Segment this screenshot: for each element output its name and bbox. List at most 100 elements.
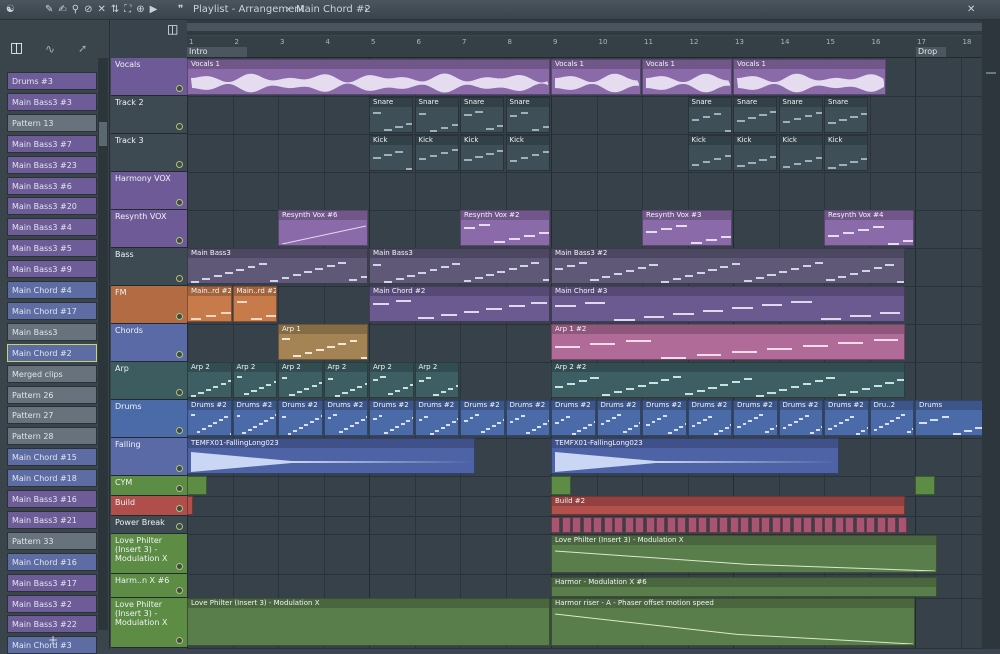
track-header[interactable]: Power Break bbox=[111, 516, 187, 534]
clip-kick[interactable]: Kick bbox=[369, 135, 413, 171]
mute-led[interactable] bbox=[176, 85, 183, 92]
picker-item[interactable]: Main Bass3 #22 bbox=[7, 615, 97, 634]
breadcrumb-pattern[interactable]: Main Chord #2 bbox=[296, 4, 371, 16]
track-header[interactable]: CYM bbox=[111, 476, 187, 496]
track-header[interactable]: Chords bbox=[111, 324, 187, 362]
clip-resynth[interactable]: Resynth Vox #6 bbox=[278, 210, 368, 246]
clip-arp[interactable]: Arp 2 bbox=[323, 362, 368, 398]
clip-arp[interactable]: Arp 2 bbox=[414, 362, 459, 398]
clip-cym[interactable] bbox=[915, 476, 935, 495]
chevron-right-icon[interactable]: › bbox=[364, 4, 368, 16]
tool-icons[interactable]: ✎✍⚲⊘✕⇅⛶⊕▶ bbox=[45, 4, 162, 16]
track-header[interactable]: Track 2 bbox=[111, 96, 187, 134]
clip-power-break[interactable] bbox=[824, 517, 833, 533]
mute-led[interactable] bbox=[176, 123, 183, 130]
picker-item[interactable]: Main Bass3 #9 bbox=[7, 260, 97, 279]
picker-item[interactable]: Main Chord #17 bbox=[7, 301, 97, 320]
clip-drums[interactable]: Drums #2 bbox=[232, 400, 277, 436]
clip-snare[interactable]: Snare bbox=[369, 97, 413, 133]
piano-roll-icon[interactable]: ◫ bbox=[167, 22, 178, 36]
clip-kick[interactable]: Kick bbox=[778, 135, 823, 171]
picker-item[interactable]: Main Bass3 bbox=[7, 322, 97, 341]
clip-power-break[interactable] bbox=[740, 517, 749, 533]
picker-item[interactable]: Main Bass3 #20 bbox=[7, 197, 97, 216]
clip-power-break[interactable] bbox=[887, 517, 896, 533]
piano-icon[interactable]: ◫ bbox=[10, 40, 23, 56]
clip-bass[interactable]: Main Bass3 #2 bbox=[551, 248, 905, 284]
mute-led[interactable] bbox=[176, 237, 183, 244]
clip-power-break[interactable] bbox=[603, 517, 613, 533]
clip-drums[interactable]: Drums #2 bbox=[551, 400, 596, 436]
clip-arp[interactable]: Arp 2 bbox=[187, 362, 232, 398]
clip-vocals[interactable]: Vocals 1 bbox=[187, 59, 550, 95]
clip-fm[interactable]: Main..rd #2 bbox=[187, 286, 232, 322]
clip-power-break[interactable] bbox=[729, 517, 739, 533]
clip-kick[interactable]: Kick bbox=[733, 135, 777, 171]
track-header[interactable]: Harm..n X #6 bbox=[111, 574, 187, 598]
track-header[interactable]: FM bbox=[111, 286, 187, 324]
mute-led[interactable] bbox=[176, 275, 183, 282]
clip-drums[interactable]: Drums #2 bbox=[596, 400, 641, 436]
clip-power-break[interactable] bbox=[572, 517, 581, 533]
playlist-overview[interactable] bbox=[187, 20, 982, 35]
clip-power-break[interactable] bbox=[876, 517, 886, 533]
clip-vocals[interactable]: Vocals 1 bbox=[551, 59, 641, 95]
clip-kick[interactable]: Kick bbox=[687, 135, 732, 171]
clip-drums[interactable]: Drums #2 bbox=[687, 400, 732, 436]
mute-led[interactable] bbox=[176, 637, 183, 644]
clip-snare[interactable]: Snare bbox=[733, 97, 777, 133]
track-header[interactable]: Track 3 bbox=[111, 134, 187, 172]
picker-item[interactable]: Pattern 26 bbox=[7, 385, 97, 404]
track-header[interactable]: Love Philter (Insert 3) - Modulation X bbox=[111, 598, 187, 648]
clip-snare[interactable]: Snare bbox=[505, 97, 550, 133]
picker-item[interactable]: Main Bass3 #5 bbox=[7, 239, 97, 258]
add-pattern-button[interactable]: + bbox=[48, 633, 58, 647]
picker-item[interactable]: Drums #3 bbox=[7, 72, 97, 90]
clip-drums[interactable]: Drums #2 bbox=[460, 400, 505, 436]
clip-drums[interactable]: Drums #2 bbox=[278, 400, 323, 436]
clip-power-break[interactable] bbox=[761, 517, 770, 533]
clip-falling[interactable]: TEMFX01-FallingLong023 bbox=[187, 438, 475, 474]
picker-item[interactable]: Main Bass3 #3 bbox=[7, 92, 97, 111]
clip-snare[interactable]: Snare bbox=[778, 97, 823, 133]
picker-item[interactable]: Pattern 27 bbox=[7, 406, 97, 425]
track-header[interactable]: Bass bbox=[111, 248, 187, 286]
picker-item[interactable]: Main Bass3 #6 bbox=[7, 176, 97, 195]
clip-power-break[interactable] bbox=[897, 517, 907, 533]
marker-intro[interactable]: Intro bbox=[187, 47, 247, 57]
clip-bass[interactable]: Main Bass3 bbox=[187, 248, 368, 284]
picker-item[interactable]: Main Bass3 #23 bbox=[7, 155, 97, 174]
clip-arp[interactable]: Arp 2 bbox=[278, 362, 323, 398]
clip-power-break[interactable] bbox=[666, 517, 676, 533]
mute-led[interactable] bbox=[176, 563, 183, 570]
clip-power-break[interactable] bbox=[656, 517, 665, 533]
clip-power-break[interactable] bbox=[866, 517, 875, 533]
clip-vocals[interactable]: Vocals 1 bbox=[642, 59, 732, 95]
mute-led[interactable] bbox=[176, 427, 183, 434]
snap-icon[interactable]: ☯ bbox=[6, 4, 15, 16]
picker-item[interactable]: Main Chord #2 bbox=[7, 343, 97, 362]
track-header[interactable]: Falling bbox=[111, 438, 187, 476]
clip-power-break[interactable] bbox=[614, 517, 623, 533]
picker-item[interactable]: Main Chord #4 bbox=[7, 281, 97, 299]
track-header[interactable]: Love Philter (Insert 3) - Modulation X bbox=[111, 534, 187, 574]
clip-power-break[interactable] bbox=[750, 517, 760, 533]
clip-resynth[interactable]: Resynth Vox #4 bbox=[824, 210, 914, 246]
marker-drop[interactable]: Drop bbox=[916, 47, 946, 57]
clip-power-break[interactable] bbox=[645, 517, 655, 533]
track-header[interactable]: Arp bbox=[111, 362, 187, 400]
mute-led[interactable] bbox=[176, 161, 183, 168]
clip-drums[interactable]: Drums bbox=[915, 400, 982, 436]
clip-resynth[interactable]: Resynth Vox #3 bbox=[642, 210, 732, 246]
playlist-grid[interactable]: Vocals 1 Vocals 1 Vocals 1 Vocals 1 Snare Kic… bbox=[187, 58, 982, 649]
clip-snare[interactable]: Snare bbox=[687, 97, 732, 133]
clip-kick[interactable]: Kick bbox=[505, 135, 550, 171]
clip-fm[interactable]: Main Chord #2 bbox=[369, 286, 550, 322]
clip-chords[interactable]: Arp 1 #2 bbox=[551, 324, 905, 360]
clip-drums[interactable]: Drums #2 bbox=[505, 400, 550, 436]
picker-item[interactable]: Main Chord #15 bbox=[7, 448, 97, 467]
track-header[interactable]: Harmony VOX bbox=[111, 172, 187, 210]
timeline-ruler[interactable]: 1 2 3 4 5 6 7 8 9 10 11 12 13 14 15 16 17 18 Intro Drop bbox=[187, 36, 982, 58]
track-header[interactable]: Build bbox=[111, 496, 187, 516]
mute-led[interactable] bbox=[176, 389, 183, 396]
